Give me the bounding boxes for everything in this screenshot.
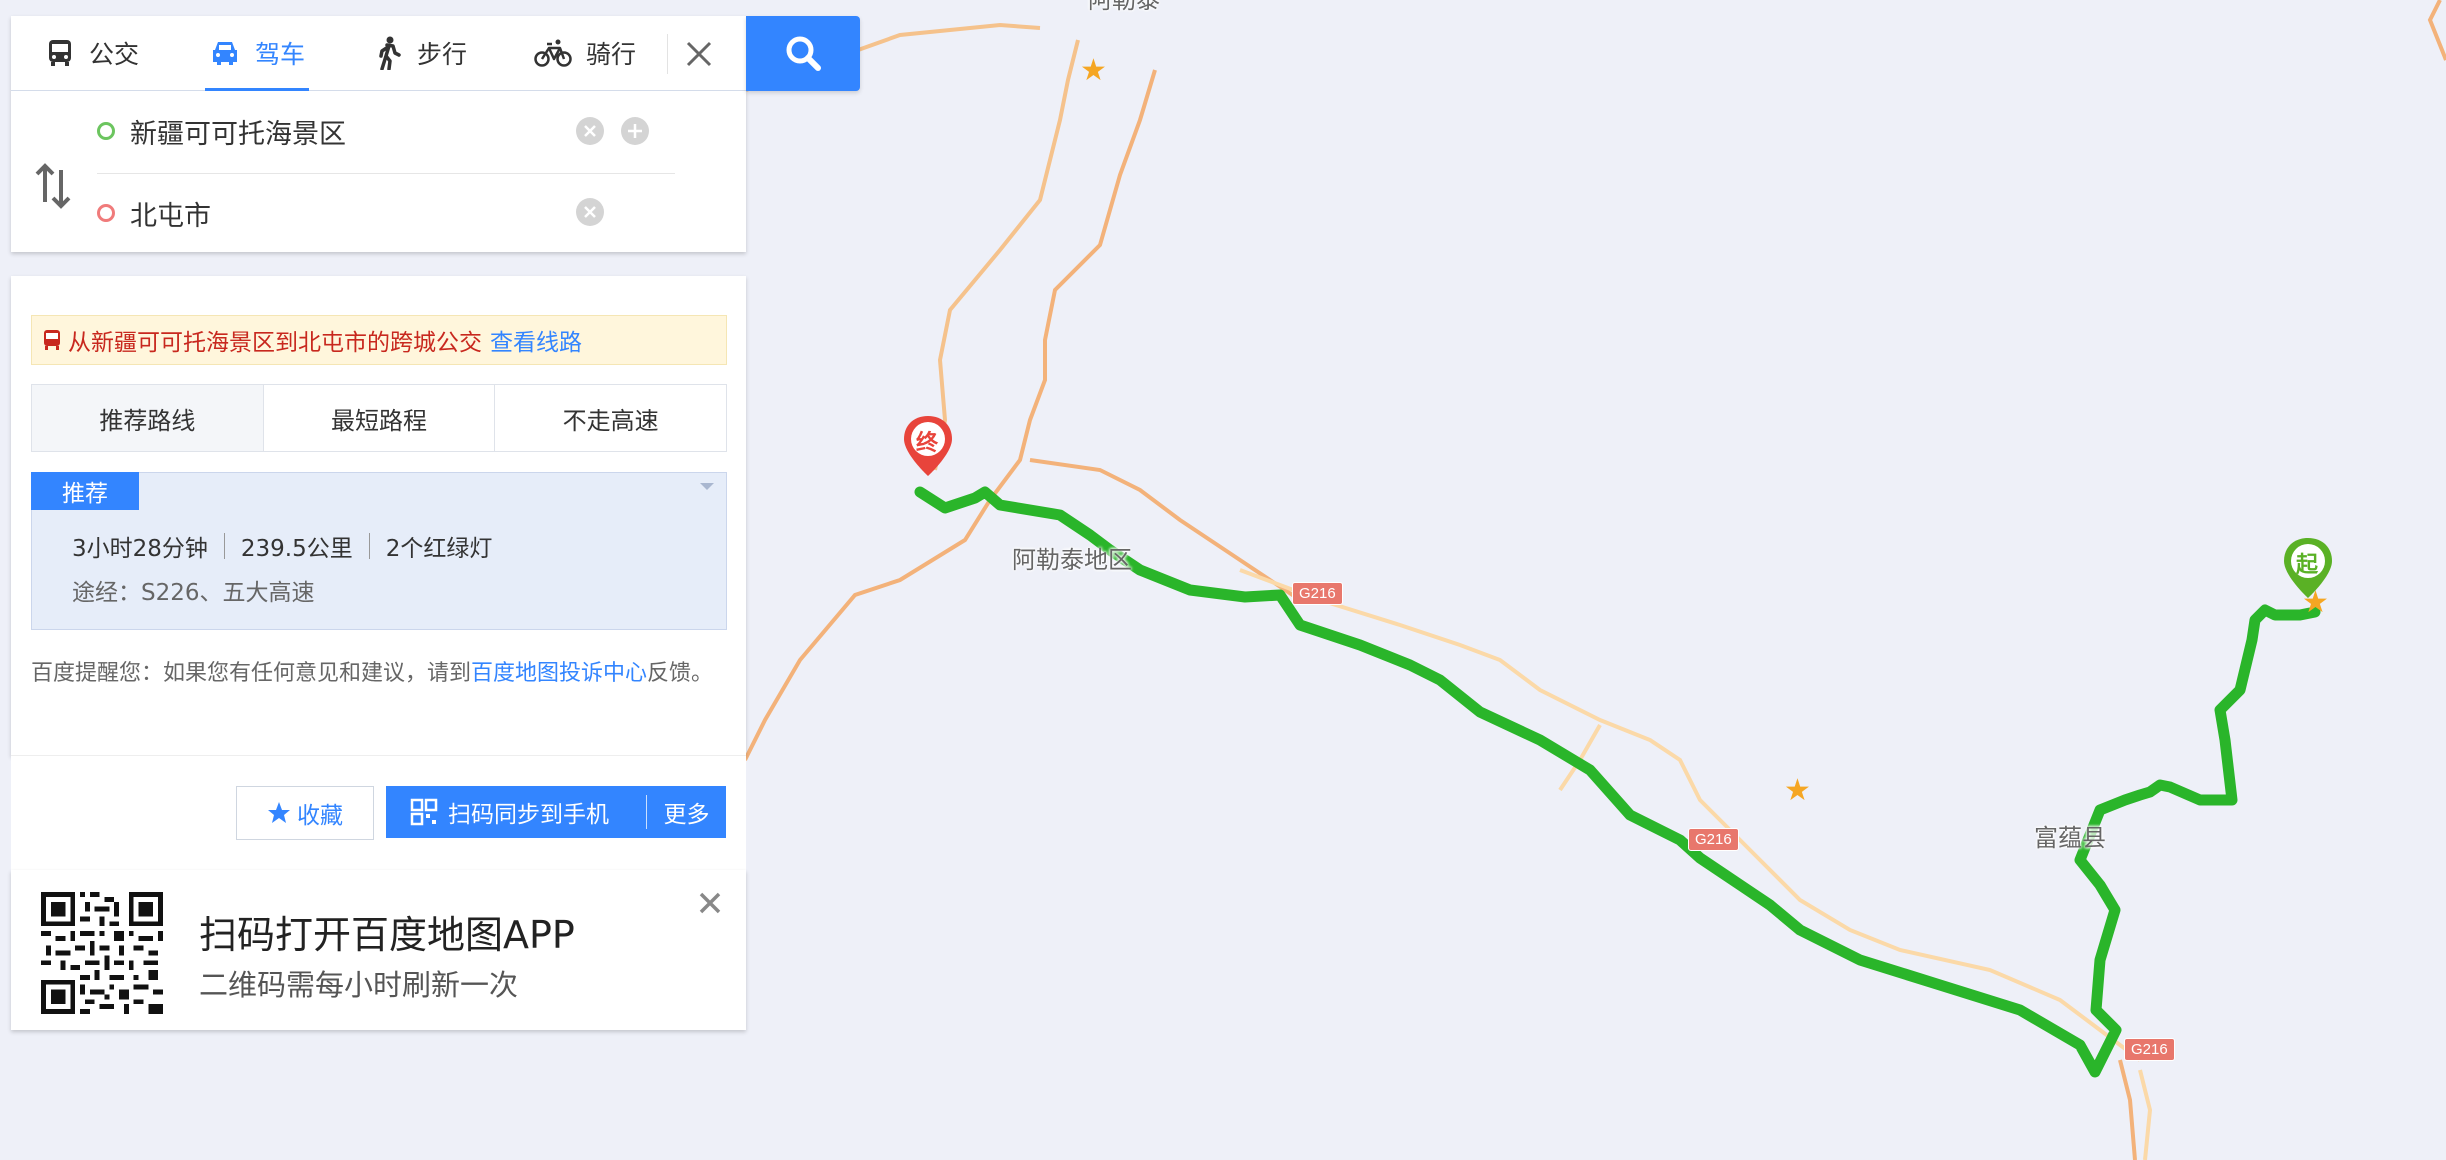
feedback-tip: 百度提醒您：如果您有任何意见和建议，请到百度地图投诉中心反馈。 (31, 654, 737, 694)
tip-prefix: 百度提醒您：如果您有任何意见和建议，请到 (31, 661, 472, 686)
search-icon (786, 36, 821, 71)
route-option-tabs: 推荐路线 最短路程 不走高速 (31, 384, 727, 452)
end-marker[interactable]: 终 (898, 412, 958, 492)
start-marker-label: 起 (2296, 553, 2319, 578)
walk-icon (379, 36, 401, 70)
cross-city-bus-notice: 从新疆可可托海景区到北屯市的跨城公交 查看线路 (31, 315, 727, 365)
bus-icon (44, 330, 60, 350)
tab-drive-label: 驾车 (255, 40, 306, 69)
input-divider (97, 173, 675, 174)
destination-dot-icon (97, 204, 115, 222)
notice-text: 从新疆可可托海景区到北屯市的跨城公交 (68, 330, 482, 356)
tab-walk-label: 步行 (417, 40, 468, 69)
chevron-down-icon[interactable] (700, 483, 714, 490)
route-traffic-lights: 2个红绿灯 (385, 536, 493, 562)
tab-drive[interactable]: 驾车 (204, 16, 310, 91)
tab-bus[interactable]: 公交 (45, 16, 139, 90)
transport-tab-bar: 公交 驾车 步行 骑行 (11, 16, 746, 91)
close-icon[interactable] (683, 38, 715, 70)
view-bus-route-link[interactable]: 查看线路 (490, 323, 582, 357)
tab-bike[interactable]: 骑行 (534, 16, 636, 90)
route-duration: 3小时28分钟 (72, 536, 208, 562)
qr-title: 扫码打开百度地图APP (199, 913, 575, 957)
more-button[interactable]: 更多 (647, 795, 726, 829)
search-button[interactable] (746, 16, 860, 91)
tab-walk[interactable]: 步行 (373, 16, 467, 90)
tab-bike-label: 骑行 (586, 40, 637, 69)
sync-label: 扫码同步到手机 (448, 802, 609, 828)
end-marker-label: 终 (916, 431, 939, 456)
bus-icon (49, 40, 71, 66)
close-icon[interactable] (697, 890, 723, 916)
origin-dot-icon (97, 122, 115, 140)
swap-direction-icon[interactable] (33, 156, 73, 216)
qr-promo-panel: 扫码打开百度地图APP 二维码需每小时刷新一次 (11, 870, 746, 1030)
route-card[interactable]: 推荐 3小时28分钟 239.5公里 2个红绿灯 途经：S226、五大高速 (31, 472, 727, 630)
sync-to-phone-button-group: 扫码同步到手机 更多 (386, 786, 726, 838)
poi-star-icon[interactable]: ★ (1080, 56, 1107, 86)
tab-recommended-route[interactable]: 推荐路线 (32, 385, 264, 451)
sync-to-phone-button[interactable]: 扫码同步到手机 (386, 786, 646, 838)
tab-avoid-highway[interactable]: 不走高速 (495, 385, 726, 451)
clear-origin-icon[interactable] (575, 116, 605, 146)
clear-destination-icon[interactable] (575, 197, 605, 227)
route-via: 途经：S226、五大高速 (72, 580, 315, 606)
stat-divider (223, 533, 225, 559)
stat-divider (368, 533, 370, 559)
route-stats: 3小时28分钟 239.5公里 2个红绿灯 (72, 529, 492, 563)
tip-suffix: 反馈。 (647, 661, 714, 686)
complaint-center-link[interactable]: 百度地图投诉中心 (471, 661, 647, 686)
favorite-button[interactable]: 收藏 (236, 786, 374, 840)
destination-input[interactable] (128, 190, 572, 236)
result-panel: 从新疆可可托海景区到北屯市的跨城公交 查看线路 推荐路线 最短路程 不走高速 推… (11, 276, 746, 756)
search-panel: 公交 驾车 步行 骑行 (11, 16, 746, 252)
qr-scan-icon (410, 798, 438, 826)
favorite-label: 收藏 (297, 803, 343, 829)
highway-shield-g216-1: G216 (1292, 582, 1343, 605)
qr-subtitle: 二维码需每小时刷新一次 (199, 968, 519, 1002)
tab-shortest-route[interactable]: 最短路程 (264, 385, 496, 451)
qr-code-icon (41, 892, 163, 1014)
tab-bus-label: 公交 (89, 40, 140, 69)
add-waypoint-icon[interactable] (620, 116, 650, 146)
action-bar: 收藏 扫码同步到手机 更多 (11, 755, 746, 871)
recommended-badge: 推荐 (31, 472, 139, 510)
county-label-fuyun: 富蕴县 (2034, 824, 2106, 852)
tab-divider (667, 34, 668, 74)
region-label-altay: 阿勒泰地区 (1012, 546, 1132, 574)
car-icon (213, 42, 237, 65)
city-label-altay: 阿勒泰 (1088, 0, 1160, 14)
highway-shield-g216-3: G216 (2124, 1038, 2175, 1061)
star-icon (268, 802, 290, 823)
route-distance: 239.5公里 (240, 536, 353, 562)
origin-input[interactable] (128, 108, 572, 154)
start-marker[interactable]: 起 (2278, 534, 2338, 614)
poi-star-icon[interactable]: ★ (1784, 776, 1811, 806)
highway-shield-g216-2: G216 (1688, 828, 1739, 851)
bike-icon (534, 39, 572, 67)
